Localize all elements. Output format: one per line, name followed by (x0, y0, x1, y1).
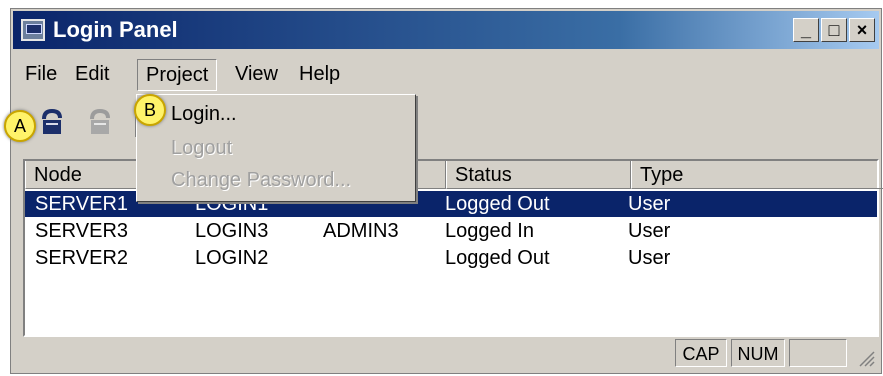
app-icon[interactable] (21, 19, 45, 41)
status-scroll (789, 339, 847, 367)
status-bar: CAP NUM (13, 335, 879, 371)
cell-type: User (628, 247, 671, 269)
minimize-button[interactable]: _ (793, 18, 819, 42)
caption-buttons: _ □ × (793, 18, 875, 42)
menu-item-logout[interactable]: Logout (171, 133, 232, 163)
cell-login: LOGIN2 (195, 247, 269, 269)
cell-status: Logged Out (445, 193, 550, 215)
menu-edit[interactable]: Edit (67, 59, 117, 89)
table-row[interactable]: SERVER2 LOGIN2 Logged Out User (25, 245, 877, 271)
login-icon (42, 108, 62, 134)
callout-a: A (4, 110, 36, 142)
column-header-status[interactable]: Status (446, 161, 631, 189)
cell-status: Logged In (445, 220, 534, 242)
logout-toolbar-button[interactable] (85, 107, 115, 137)
callout-b: B (134, 94, 166, 126)
resize-grip-icon[interactable] (857, 349, 875, 367)
window-title: Login Panel (53, 17, 178, 42)
close-button[interactable]: × (849, 18, 875, 42)
menu-item-change-password[interactable]: Change Password... (171, 165, 351, 195)
menu-bar: File Edit Project View Help (13, 53, 879, 93)
menu-item-login[interactable]: Login... (171, 99, 237, 129)
cell-type: User (628, 193, 671, 215)
cell-status: Logged Out (445, 247, 550, 269)
menu-view[interactable]: View (227, 59, 286, 89)
cell-user: ADMIN3 (323, 220, 399, 242)
column-header-type[interactable]: Type (631, 161, 883, 189)
menu-file[interactable]: File (17, 59, 65, 89)
cell-node: SERVER3 (35, 220, 129, 242)
status-cap: CAP (675, 339, 727, 367)
menu-help[interactable]: Help (291, 59, 348, 89)
cell-node: SERVER2 (35, 247, 129, 269)
menu-project[interactable]: Project (137, 59, 218, 91)
cell-node: SERVER1 (35, 193, 129, 215)
title-bar[interactable]: Login Panel _ □ × (13, 11, 879, 49)
logout-icon (90, 108, 110, 134)
project-menu-dropdown: Login... Logout Change Password... (136, 94, 416, 202)
status-num: NUM (731, 339, 785, 367)
cell-type: User (628, 220, 671, 242)
login-toolbar-button[interactable] (37, 107, 67, 137)
cell-login: LOGIN3 (195, 220, 269, 242)
maximize-button[interactable]: □ (821, 18, 847, 42)
table-row[interactable]: SERVER3 LOGIN3 ADMIN3 Logged In User (25, 218, 877, 244)
